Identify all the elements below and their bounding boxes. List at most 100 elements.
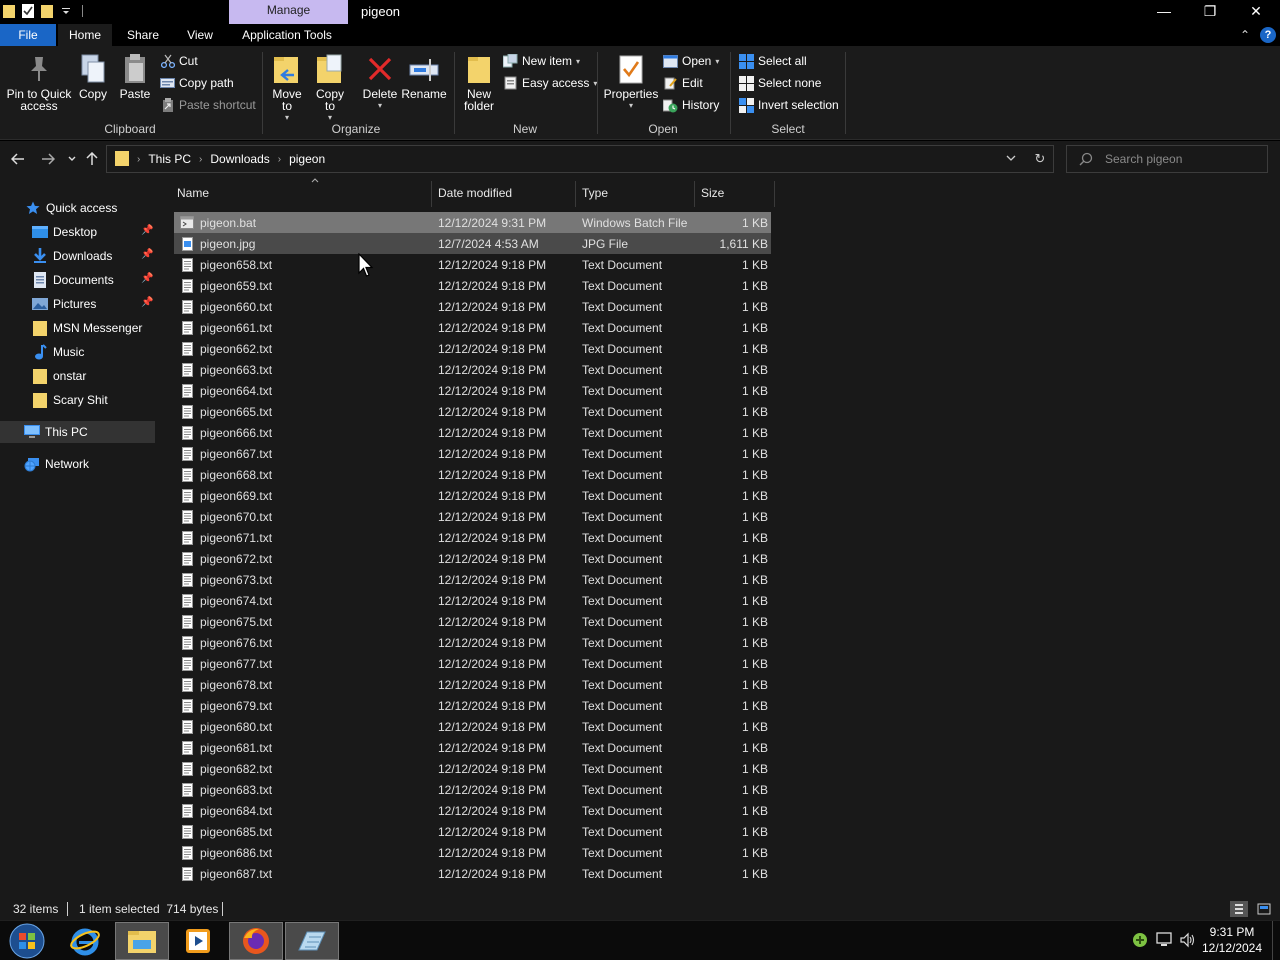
nav-item-desktop[interactable]: Desktop 📌 xyxy=(0,221,155,243)
media-player-icon[interactable] xyxy=(171,922,225,960)
details-view-icon[interactable] xyxy=(1230,901,1248,917)
column-divider[interactable] xyxy=(694,181,695,207)
file-row[interactable]: pigeon674.txt 12/12/2024 9:18 PM Text Docu… xyxy=(174,590,771,611)
history-button[interactable]: History xyxy=(663,96,719,114)
folder-icon[interactable] xyxy=(2,3,16,19)
file-row[interactable]: pigeon.jpg 12/7/2024 4:53 AM JPG File 1,611… xyxy=(174,233,771,254)
nav-item-music[interactable]: Music xyxy=(0,341,155,363)
edit-button[interactable]: Edit xyxy=(663,74,703,92)
file-row[interactable]: pigeon673.txt 12/12/2024 9:18 PM Text Docu… xyxy=(174,569,771,590)
tab-share[interactable]: Share xyxy=(118,24,168,46)
internet-explorer-icon[interactable] xyxy=(58,922,112,960)
file-row[interactable]: pigeon671.txt 12/12/2024 9:18 PM Text Docu… xyxy=(174,527,771,548)
nav-item-msn-messenger[interactable]: MSN Messenger xyxy=(0,317,155,339)
file-row[interactable]: pigeon.bat 12/12/2024 9:31 PM Windows Batc… xyxy=(174,212,771,233)
up-arrow-icon[interactable] xyxy=(82,149,102,169)
file-row[interactable]: pigeon665.txt 12/12/2024 9:18 PM Text Docu… xyxy=(174,401,771,422)
large-icons-view-icon[interactable] xyxy=(1255,901,1273,917)
new-item-button[interactable]: New item ▾ xyxy=(503,52,580,70)
cut-button[interactable]: Cut xyxy=(160,52,198,70)
file-row[interactable]: pigeon659.txt 12/12/2024 9:18 PM Text Docu… xyxy=(174,275,771,296)
network-tray-icon[interactable] xyxy=(1155,931,1173,949)
chevron-right-icon[interactable]: › xyxy=(278,154,281,165)
chevron-right-icon[interactable]: › xyxy=(199,154,202,165)
new-folder-icon[interactable] xyxy=(40,3,54,19)
file-row[interactable]: pigeon666.txt 12/12/2024 9:18 PM Text Docu… xyxy=(174,422,771,443)
breadcrumb-pigeon[interactable]: pigeon xyxy=(289,152,325,166)
column-header-type[interactable]: Type xyxy=(578,177,690,209)
file-row[interactable]: pigeon686.txt 12/12/2024 9:18 PM Text Docu… xyxy=(174,842,771,863)
close-button[interactable]: ✕ xyxy=(1233,0,1279,22)
volume-icon[interactable] xyxy=(1179,931,1197,949)
nav-item-pictures[interactable]: Pictures 📌 xyxy=(0,293,155,315)
minimize-button[interactable]: — xyxy=(1141,0,1187,22)
invert-selection-button[interactable]: Invert selection xyxy=(739,96,839,114)
start-orb-icon[interactable] xyxy=(6,922,48,960)
search-box[interactable] xyxy=(1066,145,1268,173)
file-row[interactable]: pigeon663.txt 12/12/2024 9:18 PM Text Docu… xyxy=(174,359,771,380)
nav-item-documents[interactable]: Documents 📌 xyxy=(0,269,155,291)
new-folder-button[interactable]: New folder xyxy=(460,52,498,112)
collapse-ribbon-icon[interactable]: ⌃ xyxy=(1238,28,1252,42)
file-explorer-icon[interactable] xyxy=(115,922,169,960)
file-row[interactable]: pigeon664.txt 12/12/2024 9:18 PM Text Docu… xyxy=(174,380,771,401)
delete-button[interactable]: Delete ▾ xyxy=(360,52,400,112)
tray-update-icon[interactable] xyxy=(1131,931,1149,949)
file-row[interactable]: pigeon687.txt 12/12/2024 9:18 PM Text Docu… xyxy=(174,863,771,884)
select-all-button[interactable]: Select all xyxy=(739,52,807,70)
nav-item-scary-shit[interactable]: Scary Shit xyxy=(0,389,155,411)
copy-button[interactable]: Copy xyxy=(76,52,110,100)
recent-locations-chevron-icon[interactable] xyxy=(62,149,82,169)
tab-home[interactable]: Home xyxy=(58,24,112,46)
file-row[interactable]: pigeon668.txt 12/12/2024 9:18 PM Text Docu… xyxy=(174,464,771,485)
file-row[interactable]: pigeon670.txt 12/12/2024 9:18 PM Text Docu… xyxy=(174,506,771,527)
refresh-icon[interactable]: ↻ xyxy=(1031,150,1049,168)
copy-to-button[interactable]: Copy to ▾ xyxy=(311,52,349,124)
manage-contextual-tab[interactable]: Manage xyxy=(229,0,348,24)
file-row[interactable]: pigeon660.txt 12/12/2024 9:18 PM Text Docu… xyxy=(174,296,771,317)
file-row[interactable]: pigeon683.txt 12/12/2024 9:18 PM Text Docu… xyxy=(174,779,771,800)
file-row[interactable]: pigeon681.txt 12/12/2024 9:18 PM Text Docu… xyxy=(174,737,771,758)
file-row[interactable]: pigeon661.txt 12/12/2024 9:18 PM Text Docu… xyxy=(174,317,771,338)
tab-view[interactable]: View xyxy=(178,24,222,46)
column-divider[interactable] xyxy=(774,181,775,207)
file-row[interactable]: pigeon679.txt 12/12/2024 9:18 PM Text Docu… xyxy=(174,695,771,716)
file-row[interactable]: pigeon680.txt 12/12/2024 9:18 PM Text Docu… xyxy=(174,716,771,737)
properties-icon[interactable] xyxy=(21,3,35,19)
copy-path-button[interactable]: Copy path xyxy=(160,74,234,92)
open-button[interactable]: Open ▾ xyxy=(663,52,719,70)
system-clock[interactable]: 9:31 PM 12/12/2024 xyxy=(1196,924,1268,956)
show-desktop-button[interactable] xyxy=(1272,921,1280,960)
breadcrumb-this-pc[interactable]: This PC xyxy=(148,152,191,166)
file-row[interactable]: pigeon676.txt 12/12/2024 9:18 PM Text Docu… xyxy=(174,632,771,653)
search-input[interactable] xyxy=(1105,150,1261,168)
column-header-date-modified[interactable]: Date modified xyxy=(434,177,574,209)
address-bar[interactable]: › This PC › Downloads › pigeon ↻ xyxy=(106,145,1054,173)
file-row[interactable]: pigeon684.txt 12/12/2024 9:18 PM Text Docu… xyxy=(174,800,771,821)
forward-arrow-icon[interactable] xyxy=(38,149,58,169)
back-arrow-icon[interactable] xyxy=(8,149,28,169)
column-divider[interactable] xyxy=(575,181,576,207)
file-row[interactable]: pigeon658.txt 12/12/2024 9:18 PM Text Docu… xyxy=(174,254,771,275)
rename-button[interactable]: Rename xyxy=(401,52,447,100)
tab-file[interactable]: File xyxy=(0,24,56,46)
easy-access-button[interactable]: Easy access ▾ xyxy=(503,74,597,92)
file-row[interactable]: pigeon662.txt 12/12/2024 9:18 PM Text Docu… xyxy=(174,338,771,359)
select-none-button[interactable]: Select none xyxy=(739,74,821,92)
column-divider[interactable] xyxy=(431,181,432,207)
address-history-dropdown-icon[interactable] xyxy=(1003,151,1019,167)
help-icon[interactable]: ? xyxy=(1260,27,1276,43)
properties-button[interactable]: Properties ▾ xyxy=(603,52,659,112)
file-row[interactable]: pigeon677.txt 12/12/2024 9:18 PM Text Docu… xyxy=(174,653,771,674)
tab-application-tools[interactable]: Application Tools xyxy=(232,24,342,46)
customize-qat-icon[interactable] xyxy=(59,3,73,19)
file-row[interactable]: pigeon675.txt 12/12/2024 9:18 PM Text Docu… xyxy=(174,611,771,632)
paste-shortcut-button[interactable]: Paste shortcut xyxy=(160,96,256,114)
file-row[interactable]: pigeon669.txt 12/12/2024 9:18 PM Text Docu… xyxy=(174,485,771,506)
paste-button[interactable]: Paste xyxy=(118,52,152,100)
nav-this-pc[interactable]: This PC xyxy=(0,421,155,443)
file-row[interactable]: pigeon685.txt 12/12/2024 9:18 PM Text Docu… xyxy=(174,821,771,842)
column-header-size[interactable]: Size xyxy=(697,177,772,209)
chevron-right-icon[interactable]: › xyxy=(137,154,140,165)
pin-to-quick-access-button[interactable]: Pin to Quick access xyxy=(6,52,72,112)
